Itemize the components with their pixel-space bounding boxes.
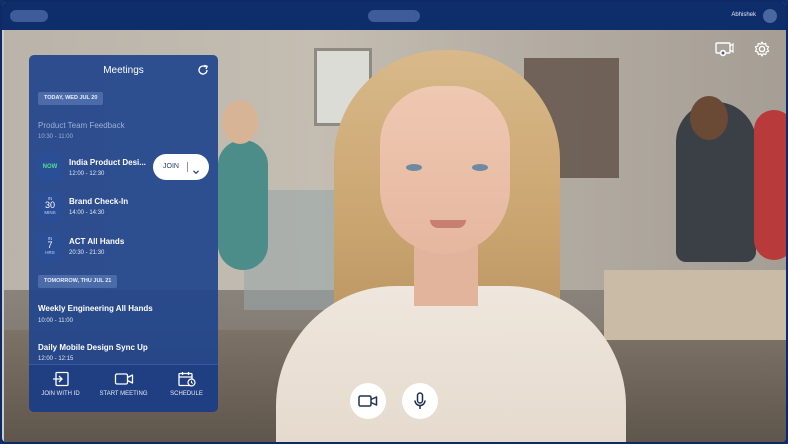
participant-eye-left [406, 164, 422, 171]
meeting-time: 10:30 - 11:00 [38, 134, 73, 140]
now-label: NOW [42, 164, 58, 170]
join-button-label: JOIN [163, 163, 179, 170]
camera-toggle-button[interactable] [350, 383, 386, 419]
meeting-title: India Product Desi... [69, 158, 146, 167]
top-bar: Abhishek [2, 2, 786, 30]
video-camera-icon [358, 395, 378, 407]
refresh-icon[interactable] [197, 63, 209, 75]
badge-unit: HRS [45, 250, 55, 255]
background-person-edge [754, 110, 786, 260]
date-chip-tomorrow: TOMORROW, THU JUL 21 [38, 275, 118, 288]
meeting-title: ACT All Hands [69, 237, 125, 246]
meeting-time: 10:00 - 11:00 [38, 318, 73, 324]
join-button[interactable]: JOIN [153, 154, 209, 180]
start-meeting-button[interactable]: START MEETING [92, 371, 155, 411]
meetings-panel: Meetings TODAY, WED JUL 20 Product Team … [29, 55, 218, 412]
user-name: Abhishek [731, 12, 756, 18]
countdown-badge: IN 7 HRS [38, 233, 62, 261]
meeting-time: 20:30 - 21:30 [69, 250, 105, 256]
badge-unit: MINS [44, 210, 56, 215]
meeting-title: Daily Mobile Design Sync Up [38, 343, 148, 352]
panel-title: Meetings [103, 65, 144, 76]
calendar-clock-icon [177, 372, 196, 387]
background-person-left-head [222, 100, 258, 144]
participant-shirt [276, 286, 626, 442]
top-left-pill[interactable] [10, 10, 48, 22]
start-meeting-label: START MEETING [99, 391, 148, 397]
gear-icon[interactable] [752, 40, 772, 58]
background-person-left [218, 140, 268, 270]
microphone-icon [414, 392, 426, 409]
meeting-title: Weekly Engineering All Hands [38, 304, 153, 313]
join-with-id-label: JOIN WITH ID [41, 391, 80, 397]
meeting-time: 12:00 - 12:30 [69, 171, 105, 177]
participant-eye-right [472, 164, 488, 171]
app-window: Abhishek Meetings TODAY, WED JUL 20 Prod… [0, 0, 788, 444]
participant-face [380, 86, 510, 254]
top-center-pill[interactable] [368, 10, 420, 22]
meeting-title: Product Team Feedback [38, 121, 125, 130]
panel-footer: JOIN WITH ID START MEETING SCHEDULE [29, 364, 218, 412]
avatar[interactable] [763, 9, 777, 23]
meeting-title: Brand Check-In [69, 197, 129, 206]
badge-number: 7 [47, 240, 53, 250]
join-with-id-button[interactable]: JOIN WITH ID [29, 371, 92, 411]
screen-share-icon[interactable] [714, 40, 734, 58]
background-person-right-head [690, 96, 728, 140]
meeting-time: 14:00 - 14:30 [69, 210, 105, 216]
chevron-down-icon[interactable] [192, 163, 200, 175]
video-camera-icon [114, 373, 133, 385]
microphone-toggle-button[interactable] [402, 383, 438, 419]
background-desk [604, 270, 786, 340]
badge-number: 30 [44, 200, 55, 210]
now-badge: NOW [38, 153, 62, 181]
meeting-time: 12:00 - 12:15 [38, 356, 74, 362]
participant-mouth [430, 220, 466, 228]
schedule-label: SCHEDULE [170, 391, 203, 397]
schedule-button[interactable]: SCHEDULE [155, 371, 218, 411]
join-id-icon [52, 371, 69, 387]
join-button-divider [187, 162, 188, 172]
date-chip-today: TODAY, WED JUL 20 [38, 92, 104, 105]
countdown-badge: IN 30 MINS [38, 193, 62, 221]
